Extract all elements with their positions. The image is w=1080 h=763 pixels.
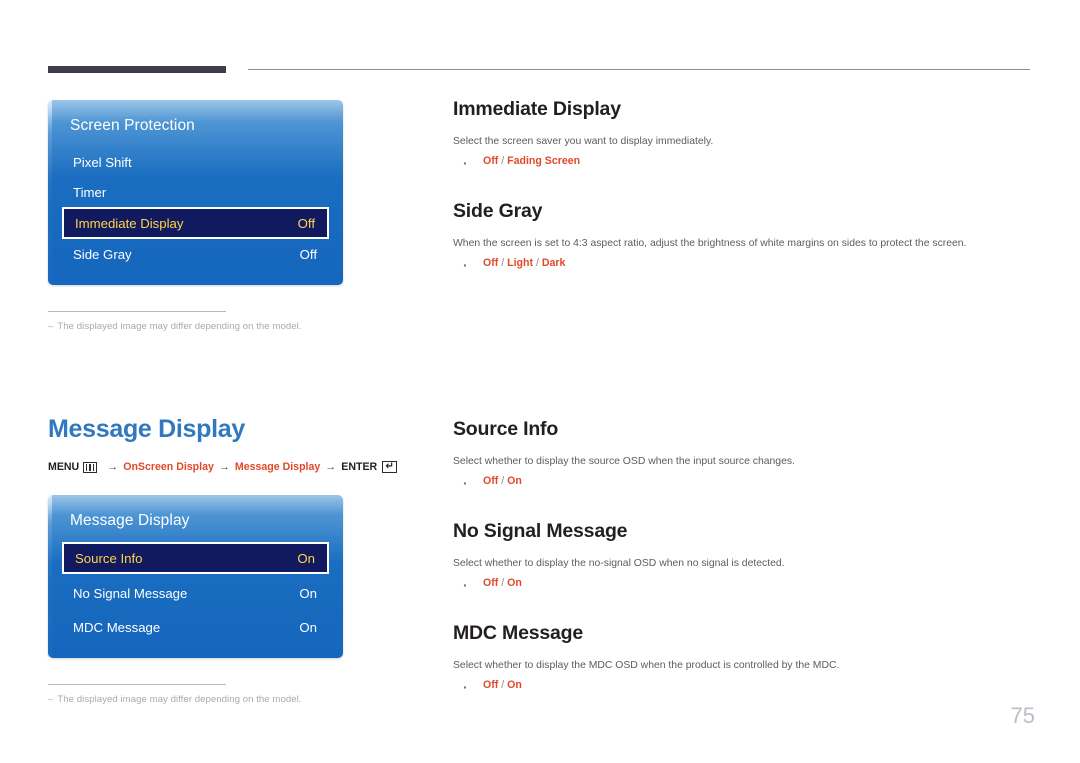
option-item: Off / Light / Dark — [453, 255, 1033, 276]
page-title: Message Display — [48, 415, 245, 443]
osd-row-label: Timer — [73, 184, 107, 200]
osd-row-value: On — [297, 550, 315, 566]
footnote-rule — [48, 311, 226, 312]
osd-title: Screen Protection — [70, 117, 195, 134]
topic-options: Off / Light / Dark — [453, 255, 1033, 276]
option-value: Dark — [541, 256, 566, 269]
osd-row-label: No Signal Message — [73, 585, 188, 601]
option-value: Light — [507, 256, 534, 269]
osd-row-label: Pixel Shift — [73, 154, 132, 170]
topic-title-immediate-display: Immediate Display — [453, 98, 621, 120]
osd-title: Message Display — [70, 512, 190, 529]
osd-row-value: Off — [299, 246, 317, 262]
breadcrumb-menu-label: MENU — [48, 461, 80, 473]
osd-row-value: On — [299, 619, 317, 635]
osd-panel-message-display: Message Display Source Info On No Signal… — [48, 495, 343, 658]
topic-title-no-signal-message: No Signal Message — [453, 519, 628, 542]
footnote-body: The displayed image may differ depending… — [57, 694, 302, 705]
option-value: Off — [483, 256, 499, 269]
page-number: 75 — [1010, 703, 1035, 728]
topic-options: Off / On — [453, 677, 1033, 698]
manual-page: Screen Protection Pixel Shift Timer Imme… — [0, 0, 1080, 763]
enter-key-icon: ↵ — [382, 461, 398, 473]
osd-row[interactable]: MDC Message On — [62, 612, 329, 642]
footnote-text: – The displayed image may differ dependin… — [48, 321, 348, 332]
breadcrumb-enter-label: ENTER — [341, 461, 378, 473]
screen-protection-right-column: Immediate Display Select the screen save… — [453, 98, 1033, 302]
option-value: Off — [483, 678, 499, 691]
option-separator: / — [498, 256, 508, 269]
osd-row[interactable]: No Signal Message On — [62, 578, 329, 608]
header-rule-thick — [48, 66, 226, 73]
option-item: Off / On — [453, 473, 1033, 494]
osd-row-value: Off — [297, 215, 315, 231]
breadcrumb-arrow: → — [325, 461, 337, 473]
osd-row-selected[interactable]: Immediate Display Off — [62, 207, 329, 239]
osd-row-selected[interactable]: Source Info On — [62, 542, 329, 574]
option-value: On — [507, 475, 522, 488]
breadcrumb: MENU → OnScreen Display → Message Displa… — [48, 461, 428, 473]
option-separator: / — [533, 256, 542, 269]
footnote-rule — [48, 684, 226, 685]
osd-row[interactable]: Side Gray Off — [62, 239, 329, 269]
topic-options: Off / Fading Screen — [453, 153, 1033, 174]
osd-panel-screen-protection: Screen Protection Pixel Shift Timer Imme… — [48, 100, 343, 285]
topic-description: Select whether to display the MDC OSD wh… — [453, 659, 840, 671]
osd-row-label: Source Info — [75, 550, 143, 566]
topic-description: Select the screen saver you want to disp… — [453, 136, 714, 147]
option-value: On — [507, 678, 522, 691]
option-value: Off — [483, 155, 499, 168]
option-value: Off — [483, 475, 499, 488]
topic-description: Select whether to display the source OSD… — [453, 456, 795, 467]
header-rule-thin — [248, 69, 1030, 70]
option-separator: / — [498, 576, 508, 589]
breadcrumb-arrow: → — [107, 461, 119, 473]
message-display-left-column: Message Display MENU → OnScreen Display … — [48, 415, 428, 705]
footnote-dash: – — [48, 694, 54, 705]
option-value: Off — [483, 576, 499, 589]
option-item: Off / Fading Screen — [453, 153, 1033, 174]
screen-protection-left-column: Screen Protection Pixel Shift Timer Imme… — [48, 100, 428, 332]
footnote-dash: – — [48, 321, 54, 332]
footnote-text: – The displayed image may differ dependin… — [48, 694, 348, 705]
option-separator: / — [498, 155, 508, 168]
message-display-right-column: Source Info Select whether to display th… — [453, 418, 1033, 724]
option-item: Off / On — [453, 677, 1033, 698]
option-value: On — [507, 576, 522, 589]
footnote: – The displayed image may differ dependin… — [48, 311, 348, 332]
osd-row-value: On — [299, 585, 317, 601]
footnote: – The displayed image may differ dependin… — [48, 684, 348, 705]
topic-options: Off / On — [453, 575, 1033, 596]
footnote-body: The displayed image may differ depending… — [57, 321, 302, 332]
osd-row-label: Immediate Display — [75, 215, 184, 231]
osd-row-label: MDC Message — [73, 619, 161, 635]
breadcrumb-item-onscreen-display[interactable]: OnScreen Display — [123, 461, 214, 473]
topic-title-mdc-message: MDC Message — [453, 621, 584, 644]
option-item: Off / On — [453, 575, 1033, 596]
topic-options: Off / On — [453, 473, 1033, 494]
topic-description: Select whether to display the no-signal … — [453, 557, 785, 569]
osd-row[interactable]: Pixel Shift — [62, 147, 329, 177]
topic-title-side-gray: Side Gray — [453, 199, 543, 222]
topic-title-source-info: Source Info — [453, 418, 559, 440]
option-value: Fading Screen — [507, 155, 581, 168]
osd-row-label: Side Gray — [73, 246, 132, 262]
option-separator: / — [498, 678, 508, 691]
menu-grid-icon — [83, 461, 98, 473]
topic-description: When the screen is set to 4:3 aspect rat… — [453, 237, 967, 249]
breadcrumb-item-message-display[interactable]: Message Display — [235, 461, 320, 473]
breadcrumb-arrow: → — [218, 461, 230, 473]
option-separator: / — [498, 475, 508, 488]
osd-row[interactable]: Timer — [62, 177, 329, 207]
